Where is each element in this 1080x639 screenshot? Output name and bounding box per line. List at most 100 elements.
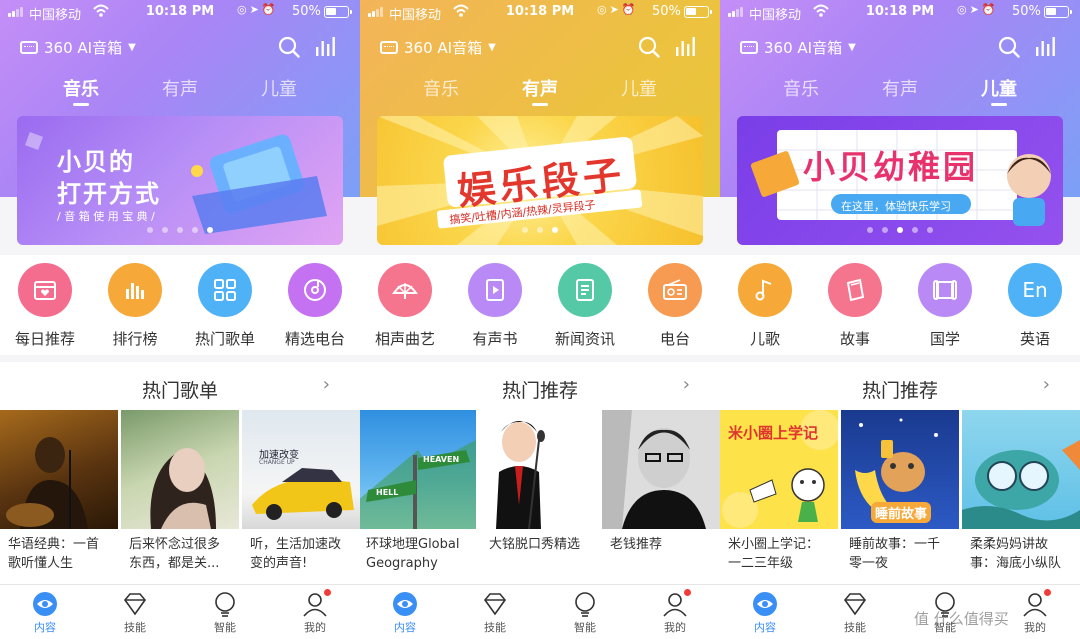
promo-banner[interactable]: 小贝幼稚园 在这里，体验快乐学习 [737, 116, 1063, 245]
section-header[interactable]: 热门推荐 › [720, 362, 1080, 410]
radio-icon [648, 263, 702, 317]
category-radio-picks[interactable]: 精选电台 [270, 255, 360, 355]
pager-dot[interactable] [912, 227, 918, 233]
pager-dot[interactable] [162, 227, 168, 233]
search-icon[interactable] [278, 36, 300, 58]
card-title: 环球地理Global Geography [366, 537, 460, 571]
category-stories[interactable]: 故事 [810, 255, 900, 355]
tab-kids[interactable]: 儿童 [969, 75, 1029, 106]
nav-content[interactable]: 内容 [0, 591, 90, 635]
sign-hell: HELL [376, 488, 399, 497]
card-image: 米小圈上学记 [720, 410, 838, 529]
playlist-card[interactable]: 后来怀念过很多东西，都是关... [121, 410, 239, 573]
category-radio[interactable]: 电台 [630, 255, 720, 355]
bar-chart-icon [108, 263, 162, 317]
card-image: 加速改变 CHANGE UP [242, 410, 360, 529]
promo-banner[interactable]: 娱乐段子 搞笑/吐槽/内涵/热辣/灵异段子 [377, 116, 703, 245]
category-news[interactable]: 新闻资讯 [540, 255, 630, 355]
section-header[interactable]: 热门推荐 › [360, 362, 720, 410]
nav-skills[interactable]: 技能 [810, 591, 900, 635]
nav-smart[interactable]: 智能 [180, 591, 270, 635]
smart-bulb-icon [572, 591, 598, 617]
playlist-card[interactable]: 大铭脱口秀精选 [481, 410, 599, 573]
playlist-card[interactable]: 柔柔妈妈讲故事：海底小纵队 [962, 410, 1080, 573]
app-screens: 中国移动 10:18 PM ◎➤⏰ 50% 360 AI音箱 ▼ 音乐 有声 儿… [0, 0, 1080, 639]
playlist-card[interactable]: HEAVEN HELL 环球地理Global Geography [360, 410, 476, 573]
nav-label: 智能 [574, 621, 596, 634]
category-nursery-songs[interactable]: 儿歌 [720, 255, 810, 355]
tab-kids[interactable]: 儿童 [609, 75, 669, 101]
pager-dot-active[interactable] [897, 227, 903, 233]
category-playlists[interactable]: 热门歌单 [180, 255, 270, 355]
search-icon[interactable] [998, 36, 1020, 58]
profile-icon [662, 589, 691, 617]
category-charts[interactable]: 排行榜 [90, 255, 180, 355]
card-title: 听，生活加速改变的声音! [250, 537, 342, 571]
tab-music[interactable]: 音乐 [51, 75, 111, 106]
nav-content[interactable]: 内容 [360, 591, 450, 635]
status-bar: 中国移动 10:18 PM ◎➤⏰ 50% [360, 0, 720, 24]
screen-music: 中国移动 10:18 PM ◎➤⏰ 50% 360 AI音箱 ▼ 音乐 有声 儿… [0, 0, 360, 639]
tab-audio[interactable]: 有声 [510, 75, 570, 106]
tab-audio[interactable]: 有声 [150, 75, 210, 101]
search-icon[interactable] [638, 36, 660, 58]
pager-dot[interactable] [927, 227, 933, 233]
pager-dot[interactable] [177, 227, 183, 233]
pager-dot[interactable] [522, 227, 528, 233]
equalizer-icon[interactable] [675, 35, 697, 57]
nav-skills[interactable]: 技能 [90, 591, 180, 635]
tab-music[interactable]: 音乐 [411, 75, 471, 101]
playlist-card[interactable]: 睡前故事 睡前故事：一千零一夜 [841, 410, 959, 573]
promo-banner[interactable]: 小贝的 打开方式 / 音 箱 使 用 宝 典 / [17, 116, 343, 245]
category-label: 儿歌 [749, 330, 780, 348]
music-note-icon [738, 263, 792, 317]
device-label: 360 AI音箱 [404, 39, 483, 57]
section-header[interactable]: 热门歌单 › [0, 362, 360, 410]
nav-smart[interactable]: 智能 [540, 591, 630, 635]
smart-bulb-icon [212, 591, 238, 617]
battery-icon [684, 6, 712, 18]
banner-title-line2: 打开方式 [57, 180, 161, 208]
chevron-right-icon[interactable]: › [683, 374, 690, 395]
nav-profile[interactable]: 我的 [630, 589, 720, 635]
nav-content[interactable]: 内容 [720, 591, 810, 635]
card-image [0, 410, 118, 529]
chevron-right-icon[interactable]: › [323, 374, 330, 395]
grid-icon [198, 263, 252, 317]
tab-kids[interactable]: 儿童 [249, 75, 309, 101]
playlist-card[interactable]: 华语经典：一首歌听懂人生 [0, 410, 118, 573]
nav-skills[interactable]: 技能 [450, 591, 540, 635]
bottom-nav: 内容 技能 智能 我的 [360, 584, 720, 639]
pager-dot[interactable] [867, 227, 873, 233]
chevron-right-icon[interactable]: › [1043, 374, 1050, 395]
tab-music[interactable]: 音乐 [771, 75, 831, 101]
tab-audio[interactable]: 有声 [870, 75, 930, 101]
status-indicators-icon: ◎➤⏰ [957, 3, 999, 16]
category-daily[interactable]: 每日推荐 [0, 255, 90, 355]
playlist-card[interactable]: 老钱推荐 [602, 410, 720, 573]
category-crosstalk[interactable]: 相声曲艺 [360, 255, 450, 355]
top-tabs: 音乐 有声 儿童 [360, 75, 720, 106]
pager-dot[interactable] [192, 227, 198, 233]
device-selector[interactable]: 360 AI音箱 ▼ [380, 37, 496, 58]
category-audiobook[interactable]: 有声书 [450, 255, 540, 355]
device-selector[interactable]: 360 AI音箱 ▼ [740, 37, 856, 58]
nav-label: 内容 [34, 621, 56, 634]
card-carousel: HEAVEN HELL 环球地理Global Geography 大铭脱口秀精选… [360, 410, 720, 584]
equalizer-icon[interactable] [1035, 35, 1057, 57]
device-selector[interactable]: 360 AI音箱 ▼ [20, 37, 136, 58]
playlist-card[interactable]: 米小圈上学记 米小圈上学记：一二三年级 [720, 410, 838, 573]
playlist-card[interactable]: 加速改变 CHANGE UP 听，生活加速改变的声音! [242, 410, 360, 573]
pager-dot-active[interactable] [552, 227, 558, 233]
pager-dot[interactable] [882, 227, 888, 233]
pager-dot[interactable] [537, 227, 543, 233]
pager-dot[interactable] [147, 227, 153, 233]
pager-dot-active[interactable] [207, 227, 213, 233]
fan-icon [378, 263, 432, 317]
equalizer-icon[interactable] [315, 35, 337, 57]
calendar-heart-icon [18, 263, 72, 317]
speaker-icon [740, 41, 758, 54]
category-english[interactable]: En 英语 [990, 255, 1080, 355]
nav-profile[interactable]: 我的 [270, 589, 360, 635]
category-classics[interactable]: 国学 [900, 255, 990, 355]
